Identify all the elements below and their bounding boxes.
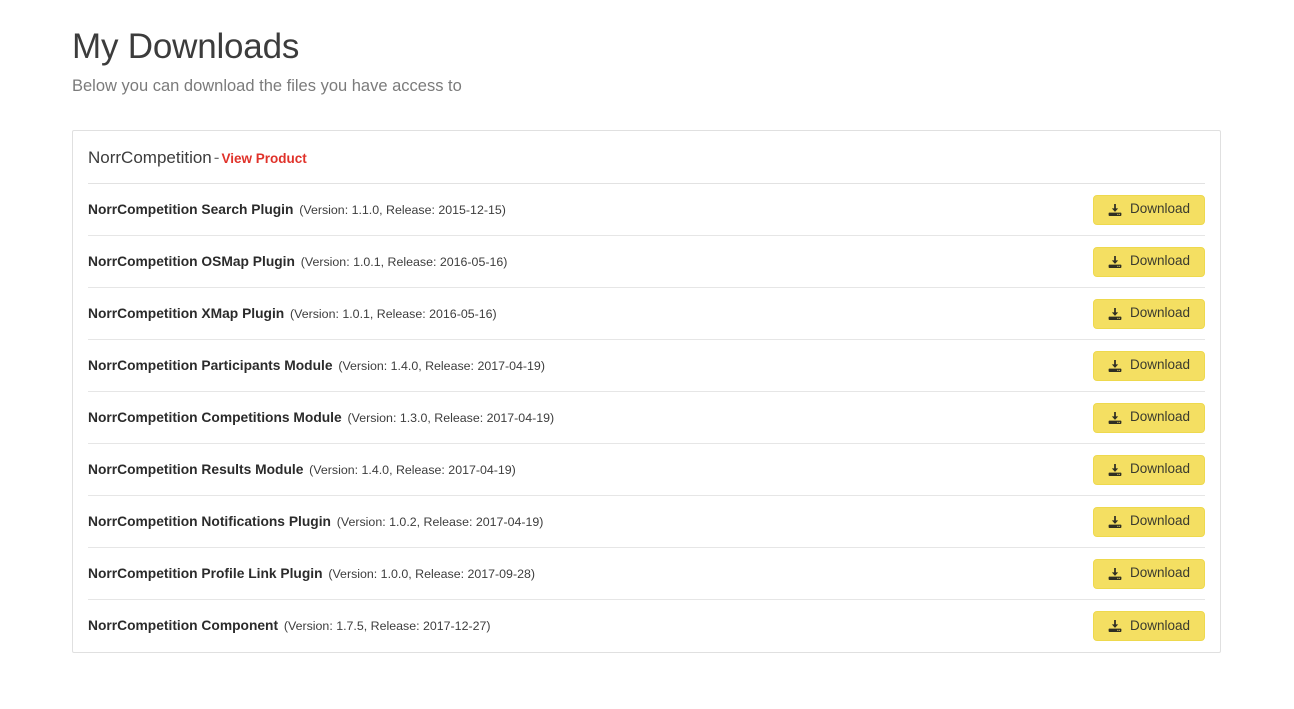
download-icon xyxy=(1108,307,1122,321)
download-row: NorrCompetition OSMap Plugin (Version: 1… xyxy=(88,236,1205,288)
download-icon xyxy=(1108,515,1122,529)
download-icon xyxy=(1108,203,1122,217)
file-info: NorrCompetition Participants Module (Ver… xyxy=(88,356,545,376)
download-button[interactable]: Download xyxy=(1093,507,1205,537)
file-info: NorrCompetition Competitions Module (Ver… xyxy=(88,408,554,428)
file-name: NorrCompetition Competitions Module xyxy=(88,410,342,425)
download-icon xyxy=(1108,255,1122,269)
downloads-page: My Downloads Below you can download the … xyxy=(0,0,1294,709)
download-button[interactable]: Download xyxy=(1093,403,1205,433)
file-info: NorrCompetition Component (Version: 1.7.… xyxy=(88,616,491,636)
download-button[interactable]: Download xyxy=(1093,299,1205,329)
download-icon xyxy=(1108,411,1122,425)
download-button[interactable]: Download xyxy=(1093,351,1205,381)
page-header: My Downloads Below you can download the … xyxy=(72,26,1222,97)
download-row: NorrCompetition Search Plugin (Version: … xyxy=(88,184,1205,236)
download-icon xyxy=(1108,567,1122,581)
download-button-label: Download xyxy=(1130,351,1190,379)
product-heading: NorrCompetition-View Product xyxy=(88,131,1205,170)
download-icon xyxy=(1108,359,1122,373)
file-info: NorrCompetition Profile Link Plugin (Ver… xyxy=(88,564,535,584)
file-name: NorrCompetition Component xyxy=(88,618,278,633)
download-icon xyxy=(1108,463,1122,477)
download-file-list: NorrCompetition Search Plugin (Version: … xyxy=(88,184,1205,652)
download-icon xyxy=(1108,619,1122,633)
download-button-label: Download xyxy=(1130,559,1190,587)
file-meta: (Version: 1.3.0, Release: 2017-04-19) xyxy=(345,411,554,425)
file-info: NorrCompetition Results Module (Version:… xyxy=(88,460,516,480)
download-row: NorrCompetition Competitions Module (Ver… xyxy=(88,392,1205,444)
download-button-label: Download xyxy=(1130,195,1190,223)
file-name: NorrCompetition XMap Plugin xyxy=(88,306,284,321)
file-name: NorrCompetition Profile Link Plugin xyxy=(88,566,323,581)
file-info: NorrCompetition Search Plugin (Version: … xyxy=(88,200,506,220)
download-button-label: Download xyxy=(1130,299,1190,327)
file-meta: (Version: 1.7.5, Release: 2017-12-27) xyxy=(282,619,491,633)
view-product-link[interactable]: View Product xyxy=(221,151,306,166)
download-button-label: Download xyxy=(1130,612,1190,640)
download-button[interactable]: Download xyxy=(1093,559,1205,589)
file-name: NorrCompetition Participants Module xyxy=(88,358,333,373)
download-button-label: Download xyxy=(1130,455,1190,483)
file-info: NorrCompetition Notifications Plugin (Ve… xyxy=(88,512,543,532)
file-name: NorrCompetition OSMap Plugin xyxy=(88,254,295,269)
file-name: NorrCompetition Notifications Plugin xyxy=(88,514,331,529)
file-meta: (Version: 1.0.1, Release: 2016-05-16) xyxy=(299,255,508,269)
download-row: NorrCompetition Results Module (Version:… xyxy=(88,444,1205,496)
download-button-label: Download xyxy=(1130,403,1190,431)
file-name: NorrCompetition Results Module xyxy=(88,462,303,477)
file-name: NorrCompetition Search Plugin xyxy=(88,202,293,217)
file-meta: (Version: 1.0.2, Release: 2017-04-19) xyxy=(335,515,544,529)
product-separator: - xyxy=(212,148,222,167)
downloads-panel: NorrCompetition-View Product NorrCompeti… xyxy=(72,130,1221,653)
file-info: NorrCompetition OSMap Plugin (Version: 1… xyxy=(88,252,507,272)
file-meta: (Version: 1.0.0, Release: 2017-09-28) xyxy=(326,567,535,581)
file-meta: (Version: 1.4.0, Release: 2017-04-19) xyxy=(336,359,545,373)
download-row: NorrCompetition Component (Version: 1.7.… xyxy=(88,600,1205,652)
product-name: NorrCompetition xyxy=(88,148,212,167)
file-meta: (Version: 1.1.0, Release: 2015-12-15) xyxy=(297,203,506,217)
download-row: NorrCompetition Notifications Plugin (Ve… xyxy=(88,496,1205,548)
page-title: My Downloads xyxy=(72,26,1222,68)
file-meta: (Version: 1.0.1, Release: 2016-05-16) xyxy=(288,307,497,321)
download-row: NorrCompetition XMap Plugin (Version: 1.… xyxy=(88,288,1205,340)
download-button[interactable]: Download xyxy=(1093,247,1205,277)
file-info: NorrCompetition XMap Plugin (Version: 1.… xyxy=(88,304,497,324)
download-row: NorrCompetition Profile Link Plugin (Ver… xyxy=(88,548,1205,600)
file-meta: (Version: 1.4.0, Release: 2017-04-19) xyxy=(307,463,516,477)
download-row: NorrCompetition Participants Module (Ver… xyxy=(88,340,1205,392)
download-button-label: Download xyxy=(1130,507,1190,535)
download-button-label: Download xyxy=(1130,247,1190,275)
download-button[interactable]: Download xyxy=(1093,611,1205,641)
download-button[interactable]: Download xyxy=(1093,195,1205,225)
page-subtitle: Below you can download the files you hav… xyxy=(72,75,1222,97)
download-button[interactable]: Download xyxy=(1093,455,1205,485)
